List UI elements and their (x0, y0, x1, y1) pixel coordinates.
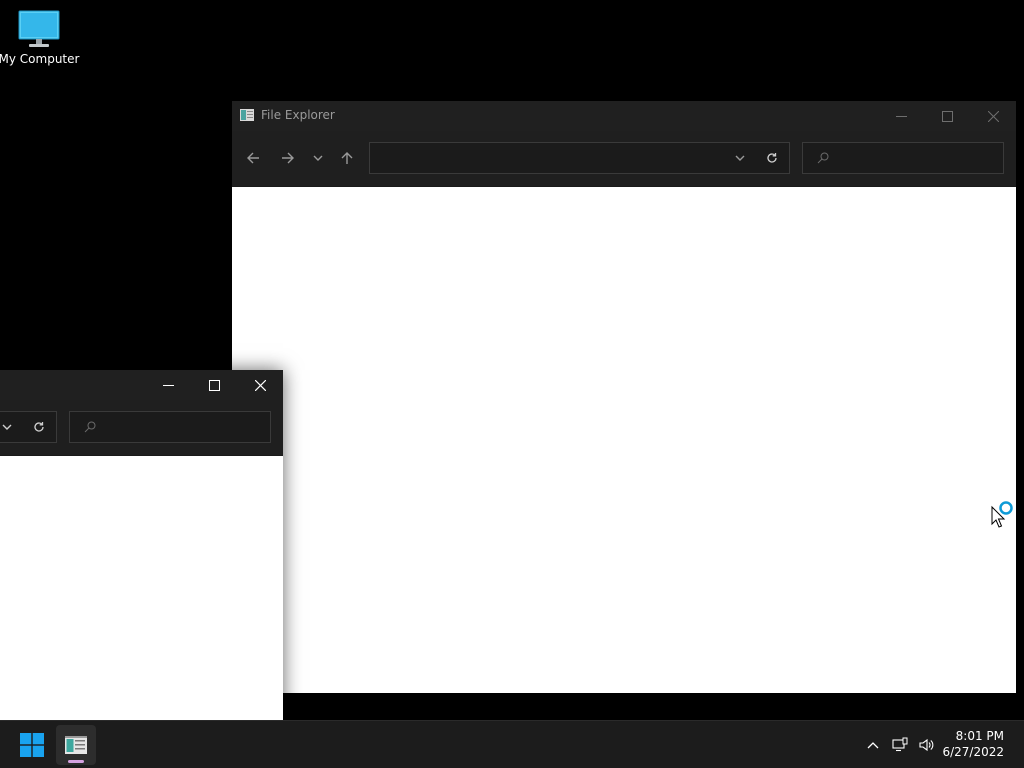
volume-button[interactable] (917, 736, 935, 754)
close-icon (254, 379, 266, 391)
start-button[interactable] (16, 731, 48, 759)
desktop-icon-my-computer[interactable]: My Computer (0, 8, 80, 66)
search-input[interactable] (837, 149, 995, 169)
windows-logo-icon (20, 733, 44, 757)
recent-locations-button[interactable] (308, 148, 328, 168)
chevron-down-icon (313, 155, 323, 161)
arrow-left-icon (247, 152, 259, 164)
chevron-up-icon (867, 742, 879, 749)
close-button[interactable] (970, 101, 1016, 131)
up-button[interactable] (337, 148, 357, 168)
network-button[interactable] (891, 736, 909, 754)
search-input[interactable] (104, 418, 262, 438)
clock-time: 8:01 PM (955, 729, 1004, 743)
refresh-icon (34, 422, 44, 432)
minimize-button[interactable] (878, 101, 924, 131)
content-area[interactable] (232, 187, 1016, 693)
minimize-button[interactable] (145, 370, 191, 400)
search-box[interactable] (802, 142, 1004, 174)
file-explorer-window: File Explorer (232, 101, 1016, 693)
title-bar[interactable]: File Explorer (232, 101, 1016, 131)
close-icon (987, 110, 999, 122)
desktop-icon-label: My Computer (0, 52, 80, 66)
window-title: File Explorer (261, 108, 335, 122)
system-clock[interactable]: 8:01 PM 6/27/2022 (942, 728, 1004, 760)
forward-button[interactable] (278, 148, 298, 168)
address-bar[interactable] (369, 142, 790, 174)
chevron-down-icon (735, 155, 745, 161)
refresh-button[interactable] (765, 151, 779, 165)
busy-cursor-icon (991, 501, 1013, 528)
maximize-icon (941, 110, 953, 122)
address-dropdown-button[interactable] (0, 420, 14, 434)
maximize-icon (208, 379, 220, 391)
refresh-icon (767, 153, 777, 163)
file-explorer-icon (240, 109, 254, 121)
secondary-explorer-window (0, 370, 283, 720)
file-explorer-icon (65, 736, 87, 754)
arrow-right-icon (282, 152, 294, 164)
toolbar (0, 400, 283, 456)
show-hidden-icons-button[interactable] (864, 736, 882, 754)
arrow-up-icon (341, 152, 353, 164)
address-input[interactable] (378, 149, 719, 169)
refresh-button[interactable] (32, 420, 46, 434)
minimize-icon (162, 384, 174, 386)
minimize-icon (895, 115, 907, 117)
monitor-icon (18, 10, 60, 47)
maximize-button[interactable] (924, 101, 970, 131)
volume-icon (919, 738, 934, 752)
search-box[interactable] (69, 411, 271, 443)
address-bar[interactable] (0, 411, 57, 443)
title-bar[interactable] (0, 370, 283, 400)
close-button[interactable] (237, 370, 283, 400)
chevron-down-icon (2, 424, 12, 430)
toolbar (232, 131, 1016, 187)
back-button[interactable] (243, 148, 263, 168)
active-app-indicator (68, 760, 84, 763)
search-icon (817, 152, 829, 164)
content-area[interactable] (0, 456, 283, 720)
search-icon (84, 421, 96, 433)
clock-date: 6/27/2022 (942, 745, 1004, 759)
taskbar-app-file-explorer[interactable] (56, 725, 96, 765)
taskbar: 8:01 PM 6/27/2022 (0, 720, 1024, 768)
address-dropdown-button[interactable] (733, 151, 747, 165)
maximize-button[interactable] (191, 370, 237, 400)
network-icon (892, 737, 908, 752)
